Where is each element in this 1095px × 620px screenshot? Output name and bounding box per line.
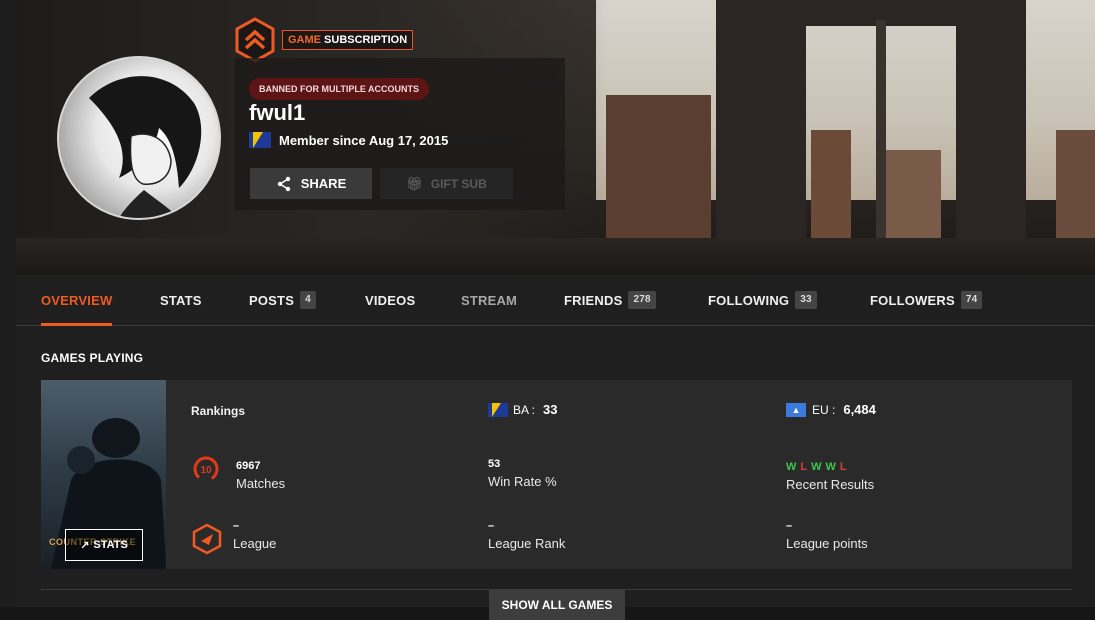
tab-label: FOLLOWERS	[870, 292, 955, 308]
banned-badge: BANNED FOR MULTIPLE ACCOUNTS	[249, 78, 429, 100]
game-stats-label: STATS	[93, 539, 128, 551]
avatar-illustration	[89, 76, 202, 218]
bridge-tower	[716, 0, 806, 240]
game-cover-image[interactable]: COUNTER STRIKE ↗ STATS	[41, 380, 166, 569]
league-rank-value: –	[488, 520, 495, 532]
bosnia-flag-icon	[249, 132, 271, 148]
result-win: W	[825, 461, 836, 473]
tab-label: FOLLOWING	[708, 292, 790, 308]
gift-sub-button[interactable]: 🎁︎ GIFT SUB	[380, 168, 513, 199]
country-rank: BA : 33	[488, 402, 557, 417]
gift-label: GIFT SUB	[430, 176, 487, 191]
matches-label: Matches	[236, 476, 286, 491]
league-points-label: League points	[786, 536, 868, 551]
country-rank-value: 33	[543, 402, 558, 417]
globe-region-icon: ▲	[786, 402, 806, 417]
result-win: W	[811, 461, 822, 473]
recent-results: WLWWL	[786, 458, 874, 473]
tab-stream[interactable]: STREAM	[461, 275, 517, 325]
tab-posts[interactable]: POSTS 4	[249, 275, 316, 325]
game-subscription-badge: GAME SUBSCRIPTION	[232, 17, 414, 63]
bosnia-flag-icon	[488, 402, 508, 417]
rankings-label: Rankings	[191, 404, 246, 418]
gift-icon: 🎁︎	[406, 175, 423, 191]
subscription-chevron-icon	[232, 17, 278, 63]
svg-text:10: 10	[200, 465, 212, 476]
tab-count: 74	[960, 291, 983, 309]
game-card: COUNTER STRIKE ↗ STATS Rankings BA : 33 …	[41, 380, 1072, 569]
subscription-text: SUBSCRIPTION	[321, 34, 408, 46]
result-loss: L	[839, 461, 847, 473]
tab-following[interactable]: FOLLOWING 33	[708, 275, 817, 325]
tab-label: STATS	[160, 292, 202, 308]
tab-label: FRIENDS	[564, 292, 623, 308]
bridge-beam	[876, 20, 886, 240]
tab-stats[interactable]: STATS	[160, 275, 202, 325]
result-win: W	[786, 461, 797, 473]
banner-building	[886, 150, 941, 240]
subscription-game-text: GAME	[288, 34, 321, 46]
share-icon	[277, 176, 290, 191]
left-edge	[0, 0, 16, 607]
chart-line-icon: ↗	[80, 539, 90, 552]
profile-info-panel: BANNED FOR MULTIPLE ACCOUNTS fwul1 Membe…	[235, 58, 565, 210]
winrate-label: Win Rate %	[488, 474, 557, 489]
winrate-stat: 53 Win Rate %	[488, 458, 557, 489]
skill-level-icon: 10	[192, 455, 220, 483]
tab-count: 4	[300, 291, 316, 309]
username: fwul1	[249, 100, 306, 125]
tab-count: 33	[795, 291, 817, 309]
league-rank-stat: – League Rank	[488, 520, 565, 551]
profile-tabs: OVERVIEW STATS POSTS 4 VIDEOS STREAM FRIE…	[16, 275, 1095, 326]
banner-building	[811, 130, 851, 240]
bridge-tower	[956, 0, 1026, 240]
league-label: League	[233, 536, 277, 551]
league-value: –	[233, 520, 240, 532]
recent-results-stat: WLWWL Recent Results	[786, 458, 874, 492]
league-rank-label: League Rank	[488, 536, 566, 551]
avatar[interactable]	[57, 56, 221, 220]
tab-count: 278	[628, 291, 656, 309]
region-rank-code: EU :	[812, 402, 836, 417]
game-stats-button[interactable]: ↗ STATS	[65, 529, 143, 561]
country-rank-code: BA :	[513, 402, 536, 417]
recent-results-label: Recent Results	[786, 477, 875, 492]
games-title: GAMES PLAYING	[41, 351, 144, 365]
matches-stat: 6967 Matches	[236, 460, 285, 491]
league-points-stat: – League points	[786, 520, 868, 551]
member-since: Member since Aug 17, 2015	[249, 132, 448, 148]
share-button[interactable]: SHARE	[250, 168, 372, 199]
tab-label: OVERVIEW	[41, 292, 113, 308]
region-rank: ▲ EU : 6,484	[786, 402, 876, 417]
result-loss: L	[800, 461, 808, 473]
league-points-value: –	[786, 520, 793, 532]
share-label: SHARE	[300, 176, 347, 191]
member-since-text: Member since Aug 17, 2015	[279, 132, 449, 148]
subscription-label[interactable]: GAME SUBSCRIPTION	[282, 30, 414, 50]
tab-followers[interactable]: FOLLOWERS 74	[870, 275, 983, 325]
tab-label: VIDEOS	[365, 292, 416, 308]
banner-building	[1056, 130, 1095, 240]
tab-overview[interactable]: OVERVIEW	[41, 275, 113, 326]
league-icon	[191, 523, 223, 555]
league-stat: – League	[233, 520, 276, 551]
tab-label: POSTS	[249, 292, 295, 308]
games-section: GAMES PLAYING COUNTER STRIKE ↗ STATS Ran…	[16, 326, 1095, 620]
tab-friends[interactable]: FRIENDS 278	[564, 275, 656, 325]
matches-value: 6967	[236, 460, 261, 472]
winrate-value: 53	[488, 458, 501, 470]
banner-building	[606, 95, 711, 245]
banner-street	[16, 238, 1095, 275]
region-rank-value: 6,484	[843, 402, 876, 417]
tab-label: STREAM	[461, 292, 518, 308]
tab-videos[interactable]: VIDEOS	[365, 275, 415, 325]
show-all-games-button[interactable]: SHOW ALL GAMES	[489, 590, 625, 620]
